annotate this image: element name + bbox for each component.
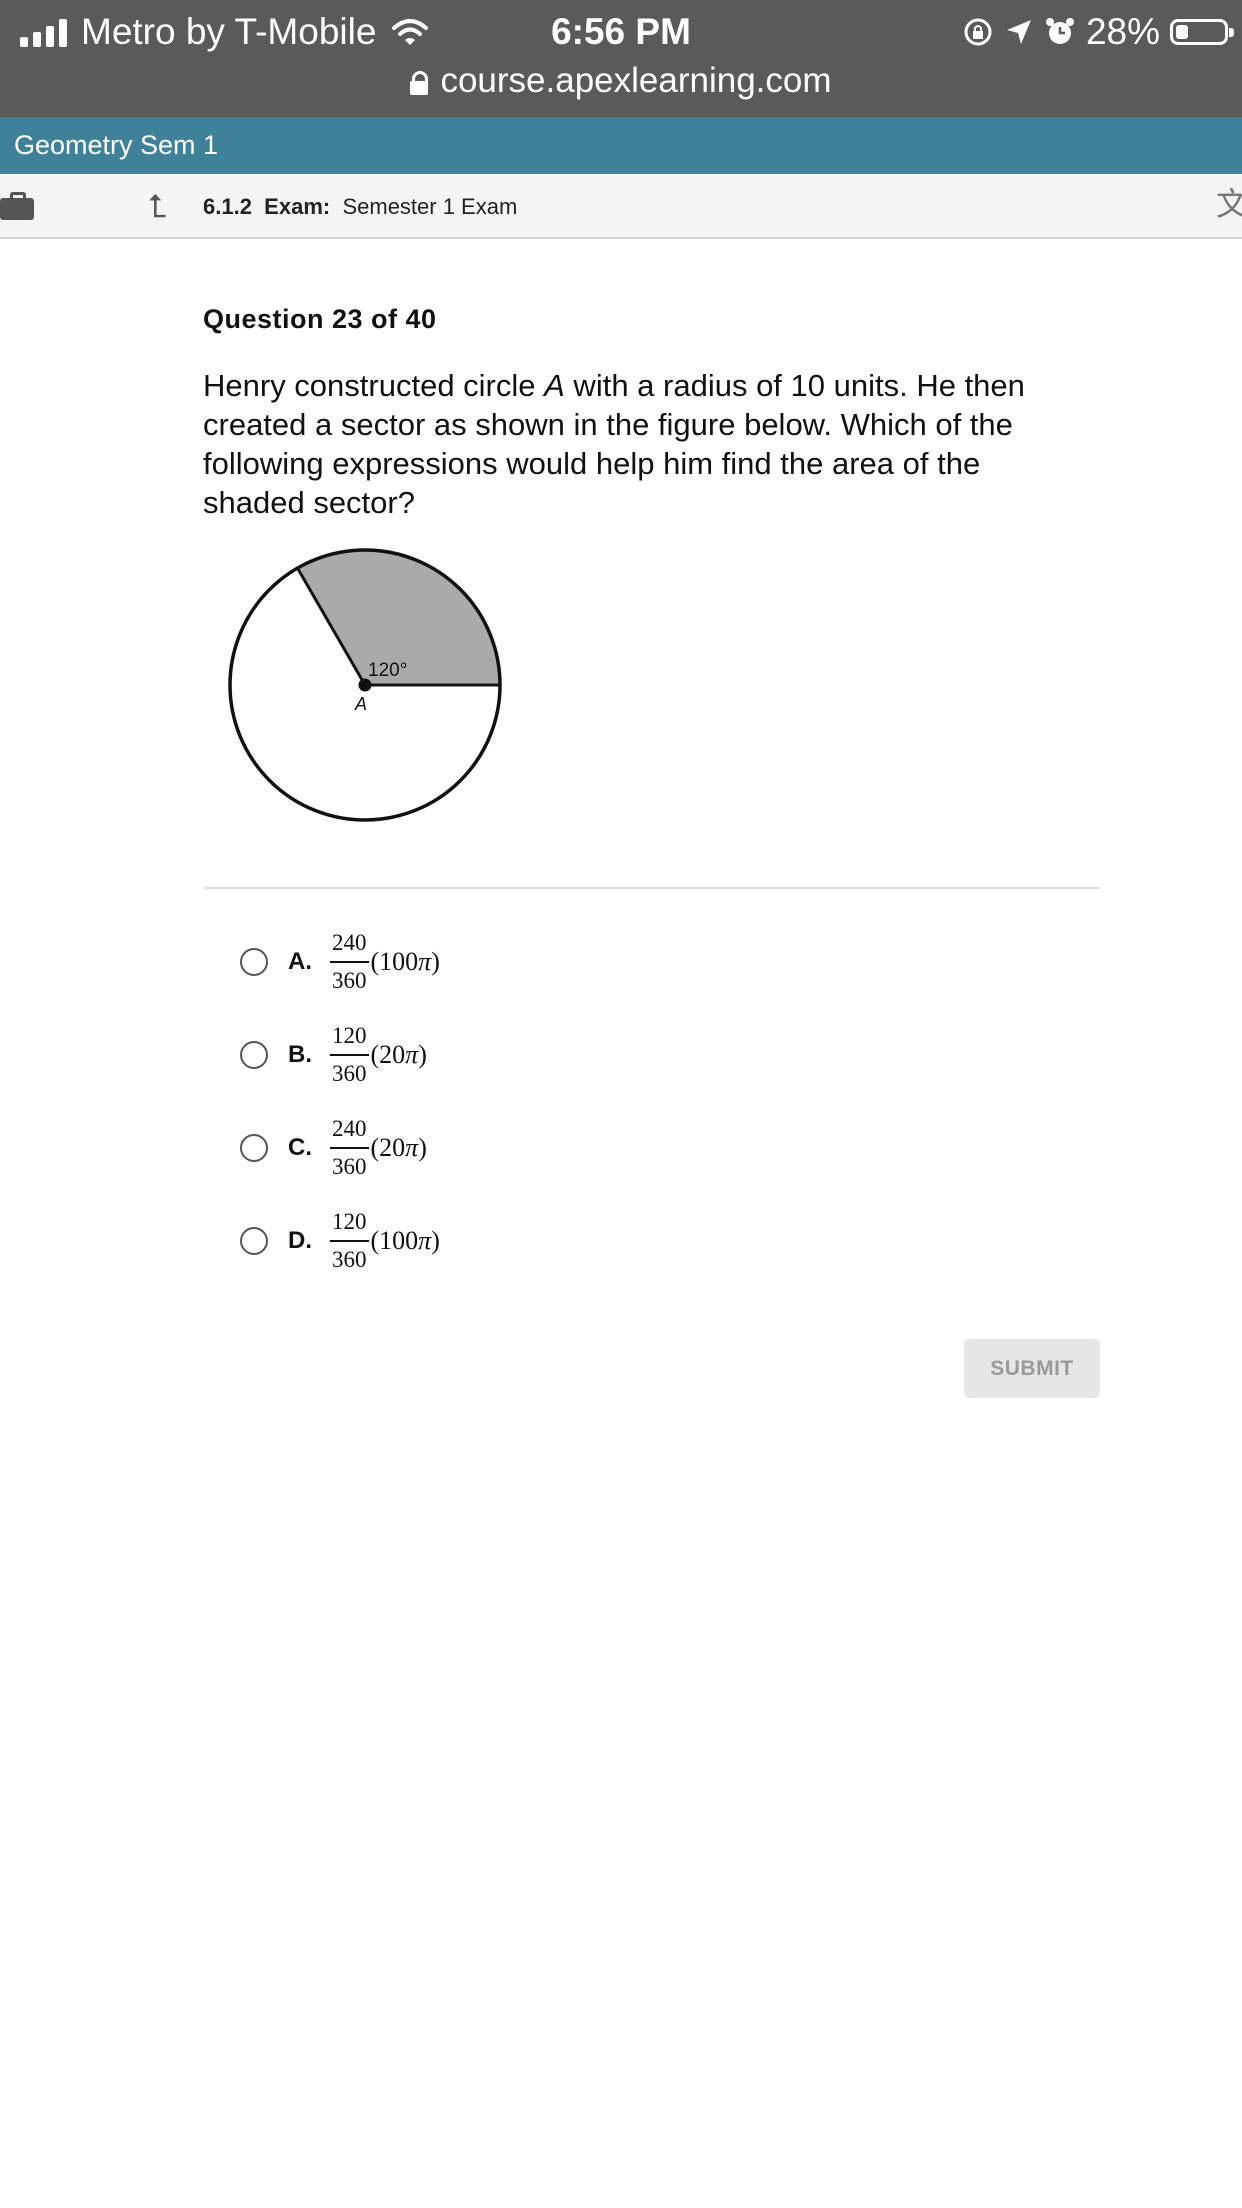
submit-button[interactable]: SUBMIT bbox=[964, 1339, 1100, 1398]
battery-icon bbox=[1170, 19, 1234, 45]
area-factor: (20π) bbox=[370, 1133, 427, 1162]
status-indicators: 28% bbox=[962, 8, 1234, 56]
option-letter: B. bbox=[288, 1041, 312, 1068]
status-bar: Metro by T-Mobile 6:56 PM 28% course.ape… bbox=[0, 0, 1242, 117]
answer-option-a[interactable]: A. 240 360 (100π) bbox=[240, 926, 500, 998]
radio-button[interactable] bbox=[240, 1134, 268, 1162]
answer-option-b[interactable]: B. 120 360 (20π) bbox=[240, 1019, 500, 1091]
url-text: course.apexlearning.com bbox=[440, 61, 832, 100]
circle-variable: A bbox=[544, 368, 565, 403]
rotation-lock-icon bbox=[964, 18, 992, 46]
url-bar[interactable]: course.apexlearning.com bbox=[0, 58, 1242, 104]
option-letter: A. bbox=[288, 948, 312, 975]
exam-title: 6.1.2 Exam: Semester 1 Exam bbox=[203, 174, 517, 239]
exam-number: 6.1.2 bbox=[203, 194, 252, 219]
area-factor: (100π) bbox=[370, 1226, 440, 1255]
briefcase-icon[interactable] bbox=[0, 192, 34, 220]
exam-header bbox=[0, 174, 1242, 239]
fraction: 240 360 bbox=[330, 1116, 369, 1179]
exam-name: Semester 1 Exam bbox=[342, 194, 518, 219]
option-letter: D. bbox=[288, 1227, 312, 1254]
question-text: Henry constructed circle A with a radius… bbox=[203, 368, 1025, 520]
exam-label: Exam: bbox=[264, 194, 331, 219]
course-title-bar: Geometry Sem 1 bbox=[0, 117, 1242, 174]
radio-button[interactable] bbox=[240, 1227, 268, 1255]
alarm-clock-icon bbox=[1045, 18, 1074, 44]
fraction: 240 360 bbox=[330, 930, 369, 993]
sector-figure: 120° A bbox=[228, 548, 502, 822]
divider bbox=[203, 887, 1100, 889]
center-label: A bbox=[354, 694, 367, 714]
translate-icon[interactable]: 文 bbox=[1216, 186, 1242, 222]
option-letter: C. bbox=[288, 1134, 312, 1161]
up-arrow-icon[interactable]: ⮤ bbox=[148, 190, 167, 222]
angle-label: 120° bbox=[368, 660, 407, 681]
radio-button[interactable] bbox=[240, 1041, 268, 1069]
radio-button[interactable] bbox=[240, 948, 268, 976]
answer-option-c[interactable]: C. 240 360 (20π) bbox=[240, 1112, 500, 1184]
area-factor: (20π) bbox=[370, 1040, 427, 1069]
fraction: 120 360 bbox=[330, 1023, 369, 1086]
fraction: 120 360 bbox=[330, 1209, 369, 1272]
battery-percent: 28% bbox=[1085, 11, 1160, 52]
area-factor: (100π) bbox=[370, 947, 440, 976]
question-number: Question 23 of 40 bbox=[203, 304, 437, 334]
location-arrow-icon bbox=[1006, 20, 1031, 44]
course-title: Geometry Sem 1 bbox=[14, 130, 219, 160]
answer-option-d[interactable]: D. 120 360 (100π) bbox=[240, 1205, 500, 1277]
lock-icon bbox=[410, 70, 429, 95]
